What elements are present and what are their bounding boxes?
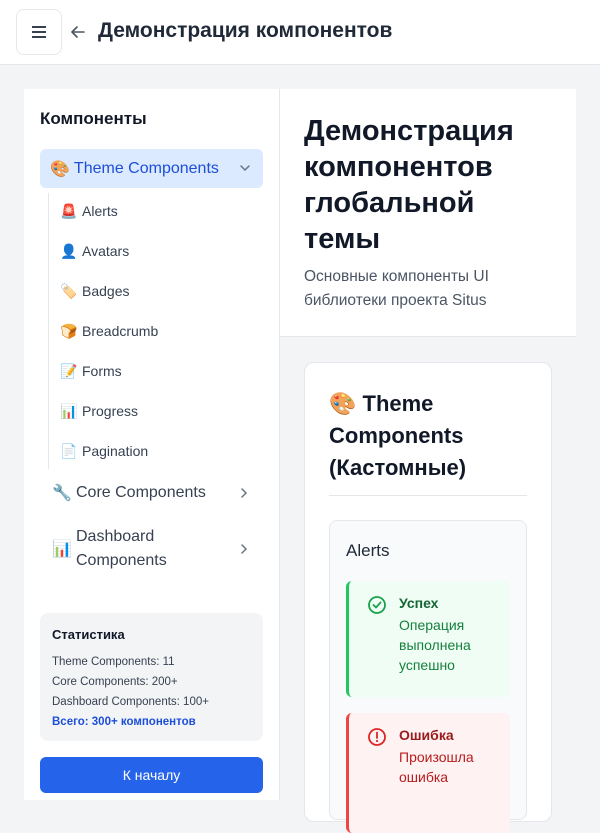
chevron-right-icon <box>241 488 248 498</box>
sidebar-item-label: Alerts <box>82 203 118 219</box>
main-subtitle: Основные компоненты UI библиотеки проект… <box>304 265 554 313</box>
main-title-line: Демонстрация <box>304 115 514 147</box>
home-button[interactable]: К началу <box>40 757 263 793</box>
sidebar-item-label: Forms <box>82 363 122 379</box>
nav-group-dashboard-components[interactable]: 📊 Dashboard Components <box>52 525 252 573</box>
sidebar-heading: Компоненты <box>40 109 147 128</box>
alert-success: Успех Операция выполнена успешно <box>346 581 510 697</box>
sidebar-item-badges[interactable]: 🏷️ Badges <box>60 281 129 301</box>
alert-text-line: ошибка <box>399 769 449 785</box>
bar-chart-icon: 📊 <box>52 541 72 558</box>
divider <box>329 495 527 496</box>
sidebar-item-forms[interactable]: 📝 Forms <box>60 361 122 381</box>
main-subtitle-line: Основные компоненты UI <box>304 268 489 285</box>
page-icon: 📄 <box>60 442 78 459</box>
sidebar-item-pagination[interactable]: 📄 Pagination <box>60 441 148 461</box>
menu-icon <box>32 26 46 38</box>
sidebar-item-progress[interactable]: 📊 Progress <box>60 401 138 421</box>
sidebar: Компоненты 🎨 Theme Components 🚨 Alerts 👤… <box>24 89 280 800</box>
bread-icon: 🍞 <box>60 322 78 339</box>
nav-group-label: Core Components <box>76 484 206 501</box>
sidebar-item-label: Progress <box>82 403 139 419</box>
sidebar-item-label: Breadcrumb <box>82 323 159 339</box>
alert-title: Ошибка <box>399 727 454 743</box>
nav-group-label: Theme Components <box>73 159 219 177</box>
sidebar-item-label: Pagination <box>82 443 149 459</box>
bar-chart-icon: 📊 <box>60 402 78 419</box>
alert-text-line: Произошла <box>399 749 474 765</box>
card-title-line: (Кастомные) <box>329 455 467 480</box>
alert-circle-icon <box>368 728 386 746</box>
siren-icon: 🚨 <box>60 202 78 219</box>
stats-title: Статистика <box>52 627 125 642</box>
nav-group-theme-components[interactable]: 🎨 Theme Components <box>40 149 263 188</box>
card-title-line: Components <box>329 423 464 448</box>
card-title: 🎨 Theme Components (Кастомные) <box>329 388 529 484</box>
theme-components-card: 🎨 Theme Components (Кастомные) Alerts Ус… <box>304 362 552 833</box>
alert-error: Ошибка Произошла ошибка <box>346 713 510 833</box>
stats-panel: Статистика Theme Components: 11 Core Com… <box>40 613 263 741</box>
sidebar-item-alerts[interactable]: 🚨 Alerts <box>60 201 118 221</box>
stats-line: Core Components: 200+ <box>52 676 178 688</box>
alert-text: Операция выполнена успешно <box>399 615 500 675</box>
main-subtitle-line: библиотеки проекта Situs <box>304 292 487 309</box>
chevron-right-icon <box>241 544 248 554</box>
alert-text-line: Операция <box>399 617 465 633</box>
sidebar-item-label: Badges <box>82 283 130 299</box>
menu-button[interactable] <box>16 9 62 55</box>
page-title: Демонстрация компонентов <box>98 19 393 42</box>
main-title-line: глобальной <box>304 187 475 219</box>
main-header: Демонстрация компонентов глобальной темы… <box>280 89 576 337</box>
wrench-icon: 🔧 <box>52 485 72 502</box>
main-title-line: темы <box>304 223 381 255</box>
check-circle-icon <box>368 596 386 614</box>
stats-line: Theme Components: 11 <box>52 656 175 668</box>
back-arrow-icon[interactable] <box>70 24 86 40</box>
nav-group-label-line2: Components <box>76 552 167 569</box>
nav-group-label-line1: Dashboard <box>76 528 155 545</box>
stats-total: Всего: 300+ компонентов <box>52 716 196 728</box>
chevron-down-icon <box>240 165 250 172</box>
palette-icon: 🎨 <box>50 160 70 178</box>
alert-text: Произошла ошибка <box>399 747 500 787</box>
alert-text-line: выполнена <box>399 637 471 653</box>
top-bar: Демонстрация компонентов <box>0 0 600 65</box>
stats-line: Dashboard Components: 100+ <box>52 696 209 708</box>
sidebar-item-label: Avatars <box>82 243 130 259</box>
main-title-line: компонентов <box>304 151 493 183</box>
sidebar-item-breadcrumb[interactable]: 🍞 Breadcrumb <box>60 321 158 341</box>
card-title-line: 🎨 Theme <box>329 391 434 416</box>
nav-group-core-components[interactable]: 🔧 Core Components <box>52 483 252 503</box>
main-title: Демонстрация компонентов глобальной темы <box>304 113 564 257</box>
memo-icon: 📝 <box>60 362 78 379</box>
tag-icon: 🏷️ <box>60 282 78 299</box>
alerts-section: Alerts Успех Операция выполнена успешно … <box>329 520 527 833</box>
sidebar-item-avatars[interactable]: 👤 Avatars <box>60 241 129 261</box>
alert-text-line: успешно <box>399 657 455 673</box>
alert-title: Успех <box>399 595 439 611</box>
user-icon: 👤 <box>60 242 78 259</box>
alerts-title: Alerts <box>346 541 390 560</box>
